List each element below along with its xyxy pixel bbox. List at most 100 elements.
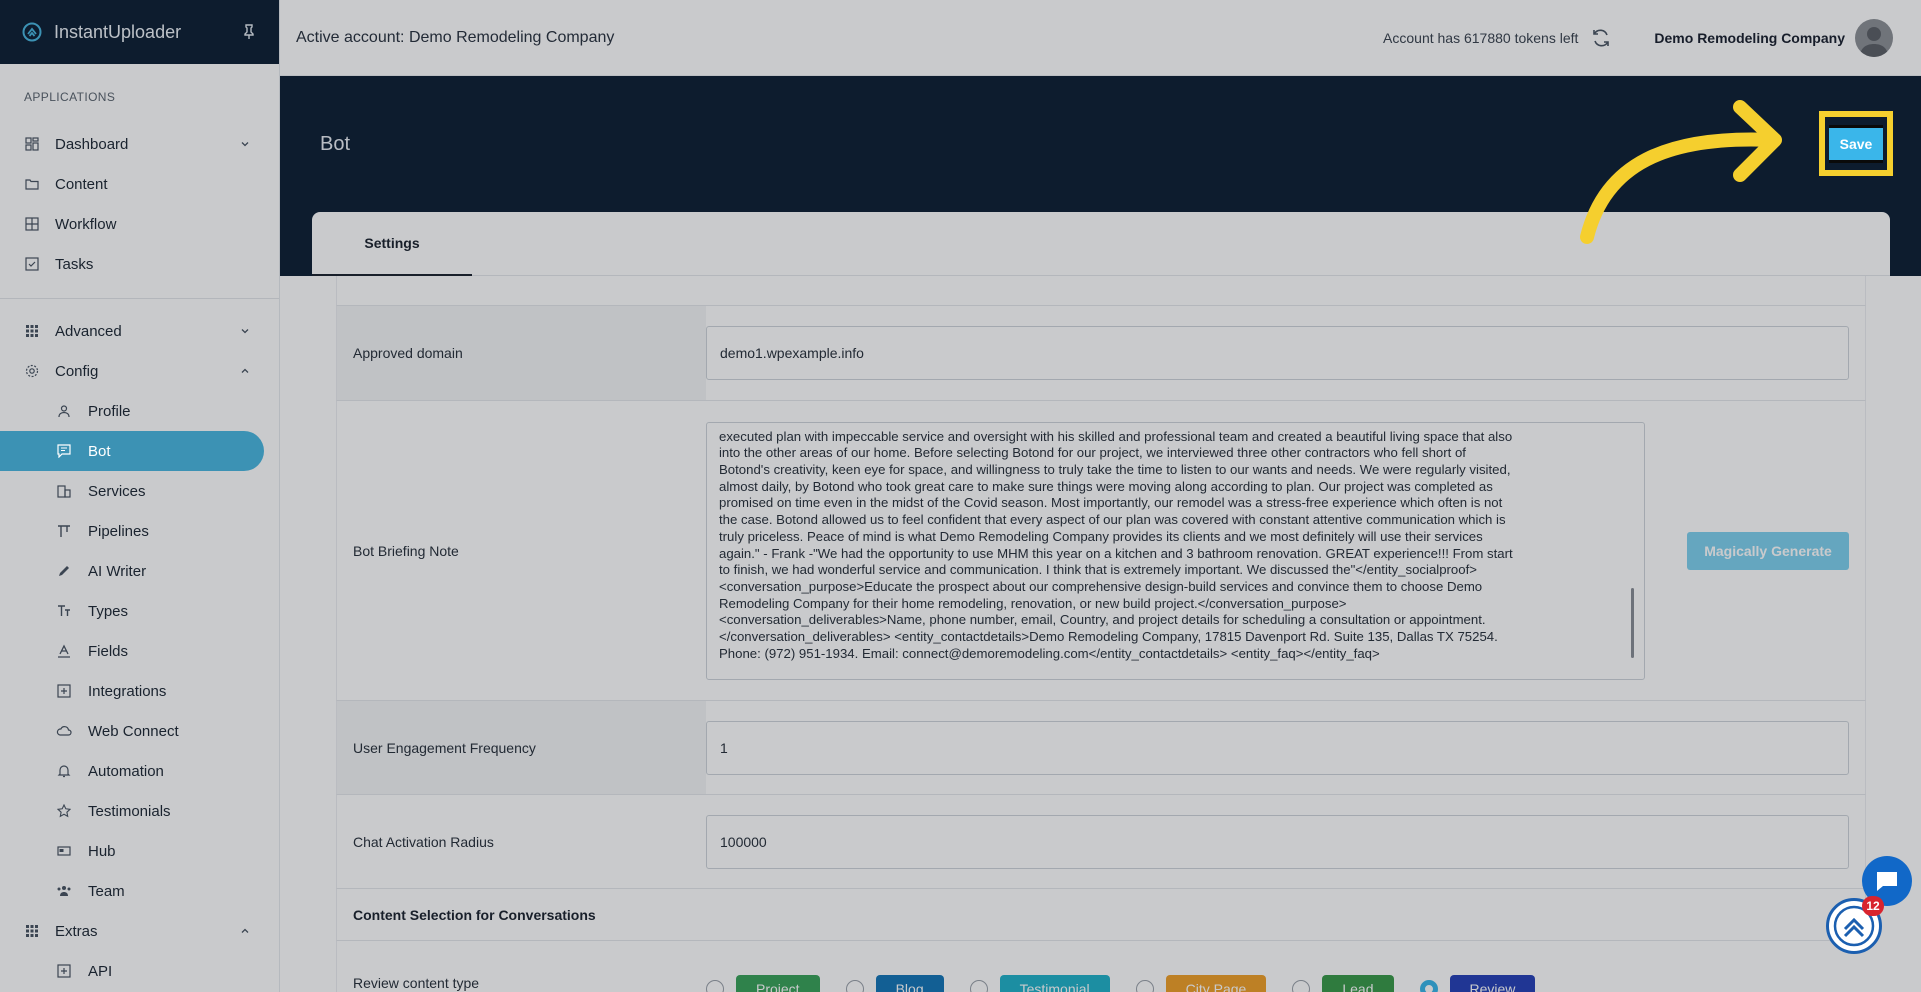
approved-domain-input[interactable] [706,326,1849,380]
sidebar-item-workflow[interactable]: Workflow [0,204,279,244]
sidebar-item-hub[interactable]: Hub [0,831,279,871]
sidebar-item-label: Tasks [55,255,94,273]
review-type-option[interactable]: Testimonial [969,975,1110,992]
section-title-applications: APPLICATIONS [24,90,116,104]
grid-icon [24,216,40,232]
sidebar-item-config[interactable]: Config [0,351,279,391]
content-type-chip: Lead [1322,975,1394,992]
text-type-icon [56,603,72,619]
pin-icon[interactable] [241,24,257,40]
radio-button[interactable] [1292,980,1311,992]
chevron-down-icon [241,329,249,334]
review-type-option[interactable]: Blog [845,975,944,992]
page-title: Bot [320,133,351,155]
engagement-row: User Engagement Frequency [336,701,1866,795]
cloud-icon [56,723,72,739]
radio-button[interactable] [1135,980,1154,992]
sidebar-item-label: Hub [88,842,116,860]
user-avatar-icon [1860,26,1888,57]
review-type-option[interactable]: Project [706,975,820,992]
activation-radius-input[interactable] [706,814,1849,869]
refresh-icon[interactable] [1590,27,1612,49]
radio-button[interactable] [969,980,988,992]
sidebar-item-team[interactable]: Team [0,871,279,911]
sidebar-item-tasks[interactable]: Tasks [0,244,279,284]
sidebar-item-profile[interactable]: Profile [0,391,279,431]
content-type-chip: Blog [875,975,944,992]
briefing-label: Bot Briefing Note [337,401,706,700]
settings-card: Settings Approved domain Bot Briefing No… [312,212,1890,992]
approved-domain-row: Approved domain [336,306,1866,401]
sidebar-item-automation[interactable]: Automation [0,751,279,791]
sidebar-item-label: Profile [88,402,131,420]
review-type-option[interactable]: Review [1419,975,1536,992]
sidebar-item-label: Pipelines [88,522,149,540]
sidebar-item-integrations[interactable]: Integrations [0,671,279,711]
sidebar-item-web-connect[interactable]: Web Connect [0,711,279,751]
sidebar-item-testimonials[interactable]: Testimonials [0,791,279,831]
review-type-option[interactable]: City Page [1135,975,1267,992]
sidebar-item-api[interactable]: API [0,951,279,991]
plus-square-icon [56,963,72,979]
save-button[interactable]: Save [1829,124,1883,163]
token-balance: Account has 617880 tokens left [1383,29,1579,46]
chat-bubble-icon [1877,872,1897,891]
form-spacer [336,276,1866,306]
sidebar-item-pipelines[interactable]: Pipelines [0,511,279,551]
sidebar-item-fields[interactable]: Fields [0,631,279,671]
sidebar-item-extras[interactable]: Extras [0,911,279,951]
sidebar-item-label: Advanced [55,322,122,340]
save-highlight-frame: Save [1819,111,1893,176]
briefing-textarea[interactable]: executed plan with impeccable service an… [706,421,1645,680]
active-account-label: Active account: Demo Remodeling Company [296,28,615,46]
review-content-type-label: Review content type [353,975,480,991]
sidebar-item-bot[interactable]: Bot [0,431,279,471]
grid-dots-icon [24,923,40,939]
sidebar-item-label: Content [55,175,108,193]
sidebar-item-label: API [88,962,113,980]
briefing-line: <conversation_purpose>Educate the prospe… [719,578,1483,594]
content-type-chip: Testimonial [999,975,1110,992]
gear-icon [24,363,40,379]
radio-button[interactable] [845,980,864,992]
sidebar-item-dashboard[interactable]: Dashboard [0,124,279,164]
company-name[interactable]: Demo Remodeling Company [1654,30,1845,46]
sidebar-item-label: AI Writer [88,562,147,580]
sidebar-item-types[interactable]: Types [0,591,279,631]
content-type-chip: City Page [1165,975,1267,992]
radius-label: Chat Activation Radius [337,795,706,888]
pencil-icon [56,563,72,579]
user-icon [56,403,72,419]
sidebar: InstantUploader APPLICATIONS Dashboard C… [0,0,280,992]
sidebar-item-label: Automation [88,762,164,780]
engagement-frequency-input[interactable] [706,720,1849,775]
radio-button[interactable] [1419,980,1438,992]
app-name: InstantUploader [54,21,182,42]
sidebar-item-label: Dashboard [55,135,129,153]
approved-domain-label: Approved domain [337,306,706,400]
approved-domain-value [706,326,1865,380]
radio-button[interactable] [706,980,724,992]
review-type-option[interactable]: Lead [1292,975,1394,992]
briefing-line: into the other areas of our home. Before… [719,445,1466,461]
tab-settings[interactable]: Settings [312,212,472,276]
magically-generate-button[interactable]: Magically Generate [1687,531,1849,570]
hub-icon [56,843,72,859]
content-selection-heading: Content Selection for Conversations [336,889,1866,941]
sidebar-item-services[interactable]: Services [0,471,279,511]
content-type-chip: Project [736,975,820,992]
sidebar-item-label: Workflow [55,215,117,233]
settings-form: Approved domain Bot Briefing Note execut… [336,276,1866,992]
textarea-scrollbar[interactable] [1631,587,1634,658]
sidebar-item-label: Config [55,362,99,380]
sidebar-item-advanced[interactable]: Advanced [0,311,279,351]
briefing-line: Remodeling Company for their home remode… [719,595,1347,611]
avatar[interactable] [1855,18,1893,57]
briefing-line: the case. Botond allowed us to feel conf… [719,512,1506,528]
briefing-line: <conversation_deliverables>Name, phone n… [719,612,1486,628]
sidebar-item-content[interactable]: Content [0,164,279,204]
briefing-line: again." - Frank -"We had the opportunity… [719,545,1513,561]
radius-row: Chat Activation Radius [336,795,1866,889]
check-square-icon [24,256,40,272]
sidebar-item-ai-writer[interactable]: AI Writer [0,551,279,591]
